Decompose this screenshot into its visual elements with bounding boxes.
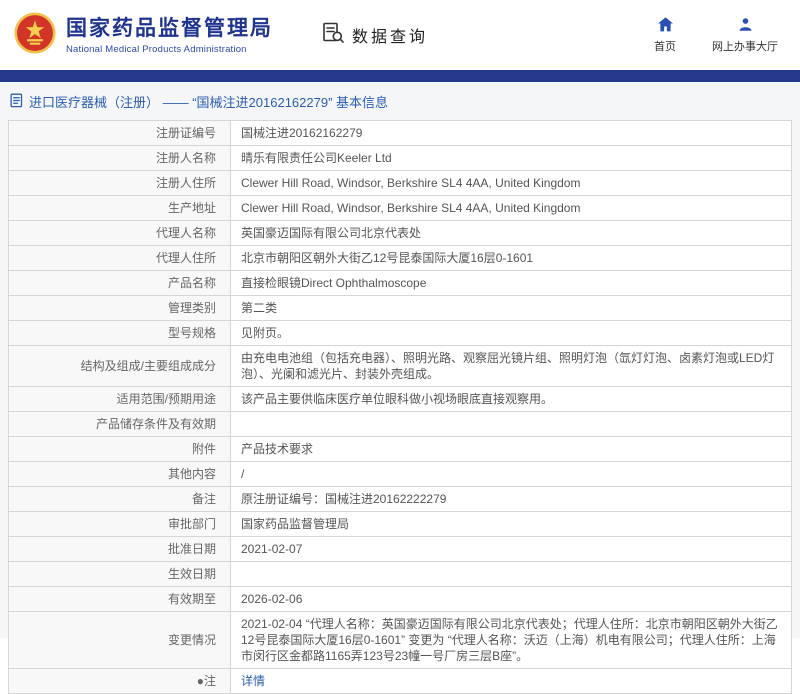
table-row: 其他内容 / <box>8 461 792 487</box>
row-value: 原注册证编号：国械注进20162222279 <box>230 486 792 512</box>
row-value: Clewer Hill Road, Windsor, Berkshire SL4… <box>230 195 792 221</box>
row-label: 有效期至 <box>8 586 231 612</box>
row-value: 英国豪迈国际有限公司北京代表处 <box>230 220 792 246</box>
row-label: ●注 <box>8 668 231 694</box>
row-label: 结构及组成/主要组成成分 <box>8 345 231 387</box>
org-names: 国家药品监督管理局 National Medical Products Admi… <box>66 16 273 55</box>
table-row: 备注 原注册证编号：国械注进20162222279 <box>8 486 792 512</box>
nmpa-logo <box>14 11 56 59</box>
row-value: 2026-02-06 <box>230 586 792 612</box>
table-row: 管理类别 第二类 <box>8 295 792 321</box>
table-row: 代理人住所 北京市朝阳区朝外大街乙12号昆泰国际大厦16层0-1601 <box>8 245 792 271</box>
row-value: 国家药品监督管理局 <box>230 511 792 537</box>
row-value: 直接检眼镜Direct Ophthalmoscope <box>230 270 792 296</box>
row-value: 北京市朝阳区朝外大街乙12号昆泰国际大厦16层0-1601 <box>230 245 792 271</box>
row-label: 生效日期 <box>8 561 231 587</box>
row-label: 备注 <box>8 486 231 512</box>
table-row: 代理人名称 英国豪迈国际有限公司北京代表处 <box>8 220 792 246</box>
row-value <box>230 411 792 437</box>
row-value: 产品技术要求 <box>230 436 792 462</box>
row-label: 注册人住所 <box>8 170 231 196</box>
row-value: 2021-02-07 <box>230 536 792 562</box>
row-value <box>230 561 792 587</box>
nav-home-label: 首页 <box>654 40 676 53</box>
row-value: 由充电电池组（包括充电器）、照明光路、观察屈光镜片组、照明灯泡（氙灯灯泡、卤素灯… <box>230 345 792 387</box>
row-label: 代理人名称 <box>8 220 231 246</box>
row-value: 晴乐有限责任公司Keeler Ltd <box>230 145 792 171</box>
row-label: 审批部门 <box>8 511 231 537</box>
table-row: 变更情况 2021-02-04 “代理人名称：英国豪迈国际有限公司北京代表处；代理… <box>8 611 792 669</box>
table-row: ●注 详情 <box>8 668 792 694</box>
data-query-label: 数据查询 <box>352 29 429 46</box>
table-row: 适用范围/预期用途 该产品主要供临床医疗单位眼科做小视场眼底直接观察用。 <box>8 386 792 412</box>
table-row: 结构及组成/主要组成成分 由充电电池组（包括充电器）、照明光路、观察屈光镜片组、照… <box>8 345 792 387</box>
row-value: / <box>230 461 792 487</box>
table-row: 产品名称 直接检眼镜Direct Ophthalmoscope <box>8 270 792 296</box>
table-row: 附件 产品技术要求 <box>8 436 792 462</box>
page-content: 进口医疗器械（注册） —— “国械注进20162162279” 基本信息 注册证… <box>0 82 800 694</box>
table-row: 生产地址 Clewer Hill Road, Windsor, Berkshire… <box>8 195 792 221</box>
document-icon <box>10 93 23 111</box>
top-blue-bar <box>0 70 800 82</box>
table-row: 有效期至 2026-02-06 <box>8 586 792 612</box>
table-row: 批准日期 2021-02-07 <box>8 536 792 562</box>
data-query-tab[interactable]: 数据查询 <box>321 21 428 50</box>
org-name-cn: 国家药品监督管理局 <box>66 16 273 40</box>
row-label: 型号规格 <box>8 320 231 346</box>
site-header: 国家药品监督管理局 National Medical Products Admi… <box>0 0 800 70</box>
nav-home[interactable]: 首页 <box>648 16 682 54</box>
registration-info-table: 注册证编号 国械注进20162162279 注册人名称 晴乐有限责任公司Keeler … <box>8 120 792 694</box>
person-icon <box>738 17 753 35</box>
row-label: 附件 <box>8 436 231 462</box>
row-label: 生产地址 <box>8 195 231 221</box>
row-label: 其他内容 <box>8 461 231 487</box>
row-label: 注册证编号 <box>8 120 231 146</box>
row-label: 注册人名称 <box>8 145 231 171</box>
detail-link[interactable]: 详情 <box>241 674 265 688</box>
row-value: 见附页。 <box>230 320 792 346</box>
row-value: 详情 <box>230 668 792 694</box>
table-row: 产品储存条件及有效期 <box>8 411 792 437</box>
row-label: 管理类别 <box>8 295 231 321</box>
row-label: 产品名称 <box>8 270 231 296</box>
row-value: 国械注进20162162279 <box>230 120 792 146</box>
nav-online-hall-label: 网上办事大厅 <box>712 40 778 53</box>
table-row: 生效日期 <box>8 561 792 587</box>
table-row: 型号规格 见附页。 <box>8 320 792 346</box>
document-search-icon <box>321 21 345 50</box>
row-value: Clewer Hill Road, Windsor, Berkshire SL4… <box>230 170 792 196</box>
nav-online-hall[interactable]: 网上办事大厅 <box>712 17 778 54</box>
home-icon <box>657 16 674 35</box>
table-row: 注册人住所 Clewer Hill Road, Windsor, Berkshir… <box>8 170 792 196</box>
table-row: 审批部门 国家药品监督管理局 <box>8 511 792 537</box>
row-value: 第二类 <box>230 295 792 321</box>
row-label: 适用范围/预期用途 <box>8 386 231 412</box>
row-label: 代理人住所 <box>8 245 231 271</box>
info-table-body: 注册证编号 国械注进20162162279 注册人名称 晴乐有限责任公司Keeler … <box>8 120 792 694</box>
national-emblem-icon <box>14 11 56 59</box>
table-row: 注册人名称 晴乐有限责任公司Keeler Ltd <box>8 145 792 171</box>
row-value: 该产品主要供临床医疗单位眼科做小视场眼底直接观察用。 <box>230 386 792 412</box>
org-name-en: National Medical Products Administration <box>66 43 247 55</box>
breadcrumb-text: 进口医疗器械（注册） —— “国械注进20162162279” 基本信息 <box>29 95 389 110</box>
row-label: 变更情况 <box>8 611 231 669</box>
row-value: 2021-02-04 “代理人名称：英国豪迈国际有限公司北京代表处；代理人住所：… <box>230 611 792 669</box>
header-nav: 首页 网上办事大厅 <box>648 16 786 54</box>
row-label: 批准日期 <box>8 536 231 562</box>
table-row: 注册证编号 国械注进20162162279 <box>8 120 792 146</box>
row-label: 产品储存条件及有效期 <box>8 411 231 437</box>
breadcrumb: 进口医疗器械（注册） —— “国械注进20162162279” 基本信息 <box>8 89 792 120</box>
